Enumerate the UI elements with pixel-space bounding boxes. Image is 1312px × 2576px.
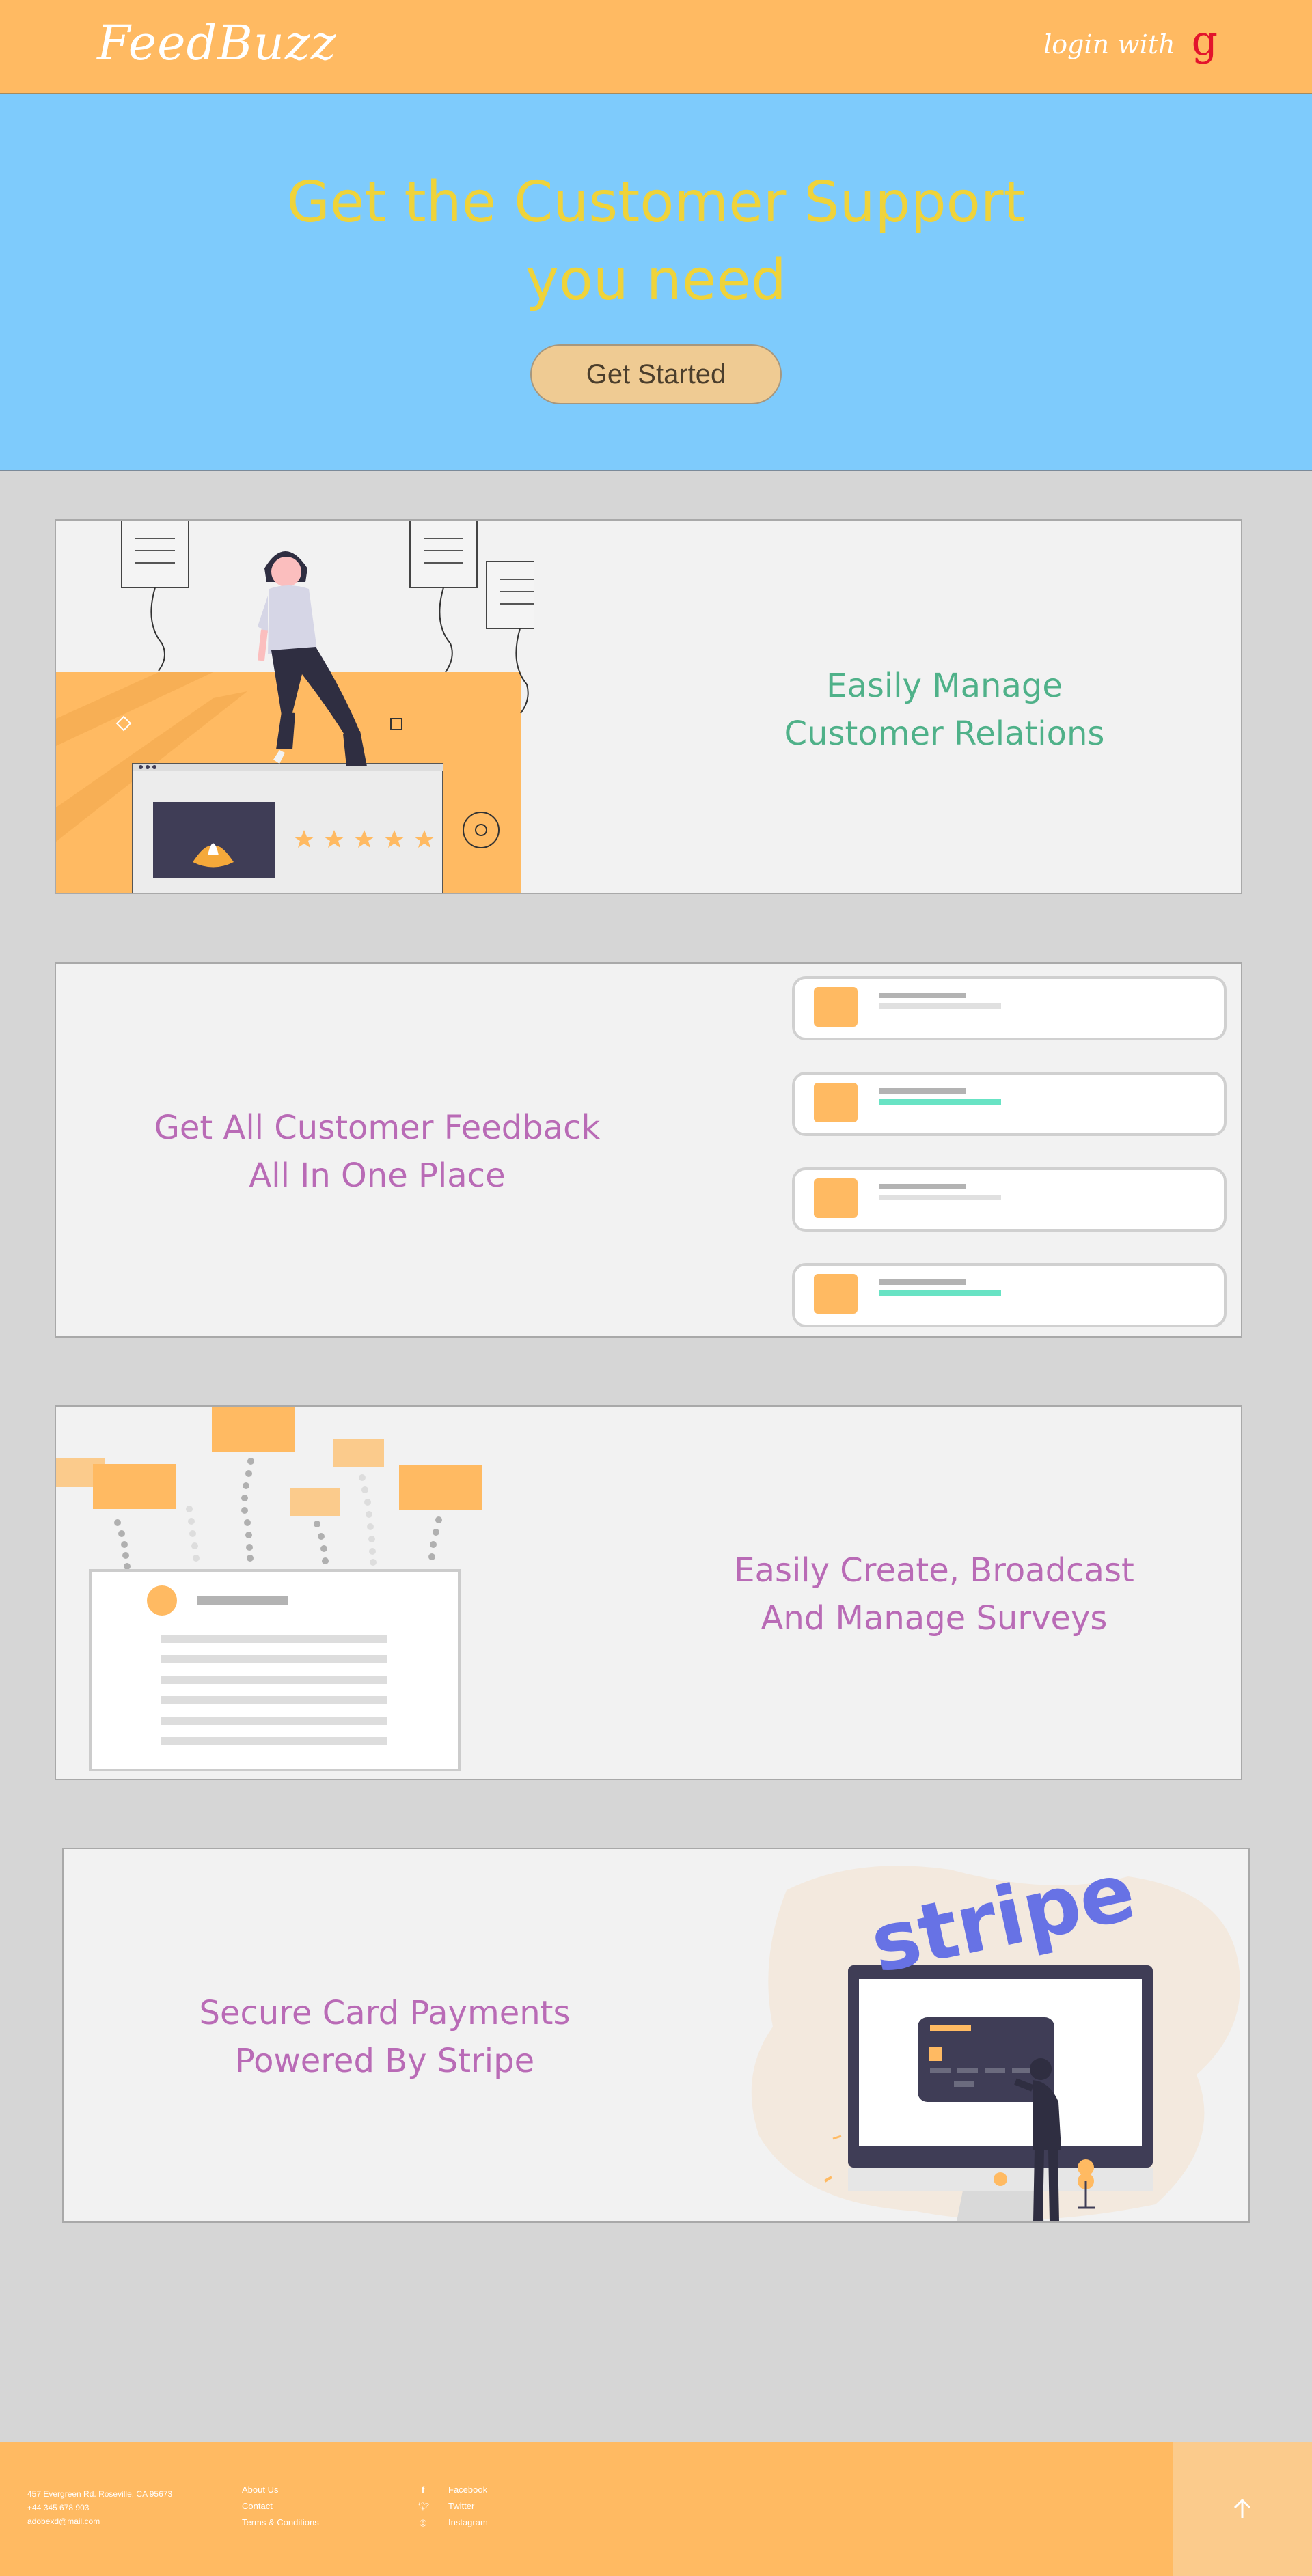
top-navbar: FeedBuzz login with g [0,0,1312,94]
survey-document-icon [56,1407,482,1771]
feature-text-customer-relations: Easily Manage Customer Relations [698,662,1190,758]
feature-card-customer-feedback: Get All Customer Feedback All In One Pla… [55,962,1242,1338]
instagram-icon: ◎ [419,2517,427,2527]
footer-link-terms[interactable]: Terms & Conditions [242,2515,319,2531]
footer-link-contact[interactable]: Contact [242,2498,319,2515]
hero-title-line1: Get the Customer Support [286,170,1026,235]
feature-card-customer-relations: Easily Manage Customer Relations [55,519,1242,894]
footer-links: About Us Contact Terms & Conditions [242,2482,319,2531]
twitter-icon: 🐦︎ [418,2501,430,2511]
hero-title-line2: you need [525,248,787,313]
footer-link-about[interactable]: About Us [242,2482,319,2498]
arrow-up-icon [1233,2498,1251,2518]
feature-1-line2: Customer Relations [784,715,1105,753]
back-to-top-button[interactable] [1173,2442,1312,2576]
feature-3-line1: Easily Create, Broadcast [734,1551,1134,1590]
twitter-label: Twitter [448,2501,475,2511]
feature-text-stripe-payments: Secure Card Payments Powered By Stripe [105,1989,665,2085]
footer-email[interactable]: adobexd@mail.com [27,2515,172,2528]
footer-phone: +44 345 678 903 [27,2503,90,2512]
footer-contact: 457 Evergreen Rd. Roseville, CA 95673 +4… [27,2487,172,2528]
feature-4-line2: Powered By Stripe [234,2042,535,2080]
footer-social-facebook[interactable]: f Facebook [418,2482,488,2498]
stripe-payment-icon: stripe [751,1849,1240,2221]
footer-social: f Facebook 🐦︎ Twitter ◎ Instagram [418,2482,488,2531]
feature-2-line1: Get All Customer Feedback [154,1109,601,1147]
feature-text-customer-feedback: Get All Customer Feedback All In One Pla… [97,1104,657,1200]
hero-section: Get the Customer Support you need Get St… [0,94,1312,471]
feedback-cards-icon [792,976,1227,1327]
google-icon: g [1191,17,1218,65]
facebook-icon: f [421,2484,425,2495]
feature-2-line2: All In One Place [249,1157,506,1195]
facebook-label: Facebook [448,2484,488,2495]
footer-social-instagram[interactable]: ◎ Instagram [418,2515,488,2531]
login-label: login with [1043,29,1175,59]
feature-text-surveys: Easily Create, Broadcast And Manage Surv… [657,1547,1211,1642]
instagram-label: Instagram [448,2517,488,2527]
footer-address: 457 Evergreen Rd. Roseville, CA 95673 [27,2489,173,2499]
feature-4-line1: Secure Card Payments [199,1994,571,2032]
hero-title: Get the Customer Support you need [0,164,1312,320]
brand-logo[interactable]: FeedBuzz [97,15,337,71]
feature-card-stripe-payments: Secure Card Payments Powered By Stripe s… [62,1848,1250,2223]
feature-1-line1: Easily Manage [826,667,1063,705]
feature-3-line2: And Manage Surveys [761,1599,1108,1637]
footer-social-twitter[interactable]: 🐦︎ Twitter [418,2498,488,2515]
footer: 457 Evergreen Rd. Roseville, CA 95673 +4… [0,2442,1312,2576]
feature-card-surveys: Easily Create, Broadcast And Manage Surv… [55,1405,1242,1780]
woman-sitting-review-icon [56,521,534,893]
login-with-google-button[interactable]: login with g [1043,20,1218,61]
get-started-button[interactable]: Get Started [530,344,782,404]
